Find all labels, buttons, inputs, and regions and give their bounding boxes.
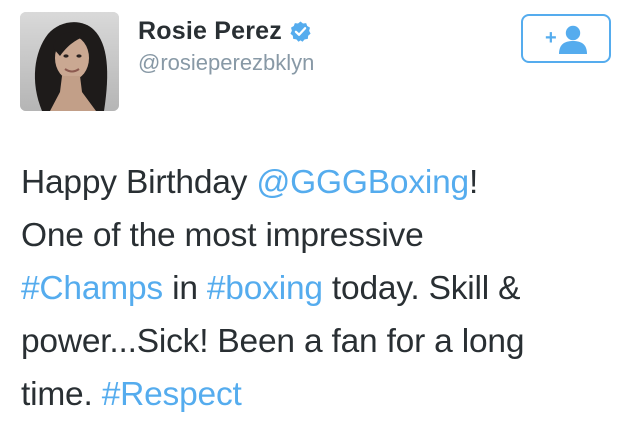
plus-sign: + (545, 27, 557, 49)
tweet-text-line: time. #Respect (21, 368, 631, 421)
name-row: Rosie Perez (138, 14, 312, 48)
tweet-text-segment: today. Skill & (322, 270, 521, 307)
tweet-text-segment: ! (468, 164, 479, 201)
hashtag-link[interactable]: #Respect (102, 376, 242, 413)
tweet-text-line: power...Sick! Been a fan for a long (21, 315, 631, 368)
follow-button[interactable]: + (521, 14, 611, 63)
display-name[interactable]: Rosie Perez (138, 17, 282, 46)
mention-link[interactable]: @GGGBoxing (256, 164, 469, 201)
tweet-text: Happy Birthday @GGGBoxing! One of the mos… (21, 156, 631, 421)
user-handle[interactable]: @rosieperezbklyn (138, 50, 314, 76)
tweet-text-line: Happy Birthday @GGGBoxing! (21, 156, 631, 209)
tweet-card: Rosie Perez @rosieperezbklyn + Happy Bir… (0, 0, 640, 428)
add-user-icon: + (545, 25, 587, 54)
hashtag-link[interactable]: #boxing (207, 270, 323, 307)
tweet-text-segment: power...Sick! Been a fan for a long (21, 323, 525, 360)
profile-photo-icon (20, 12, 119, 111)
avatar[interactable] (20, 12, 119, 111)
hashtag-link[interactable]: #Champs (21, 270, 163, 307)
tweet-text-line: One of the most impressive (21, 209, 631, 262)
tweet-text-line: #Champs in #boxing today. Skill & (21, 262, 631, 315)
tweet-text-segment: in (162, 270, 207, 307)
tweet-text-segment: Happy Birthday (21, 164, 257, 201)
tweet-text-segment: One of the most impressive (21, 217, 424, 254)
tweet-text-segment: time. (21, 376, 102, 413)
verified-badge-icon (289, 20, 312, 43)
